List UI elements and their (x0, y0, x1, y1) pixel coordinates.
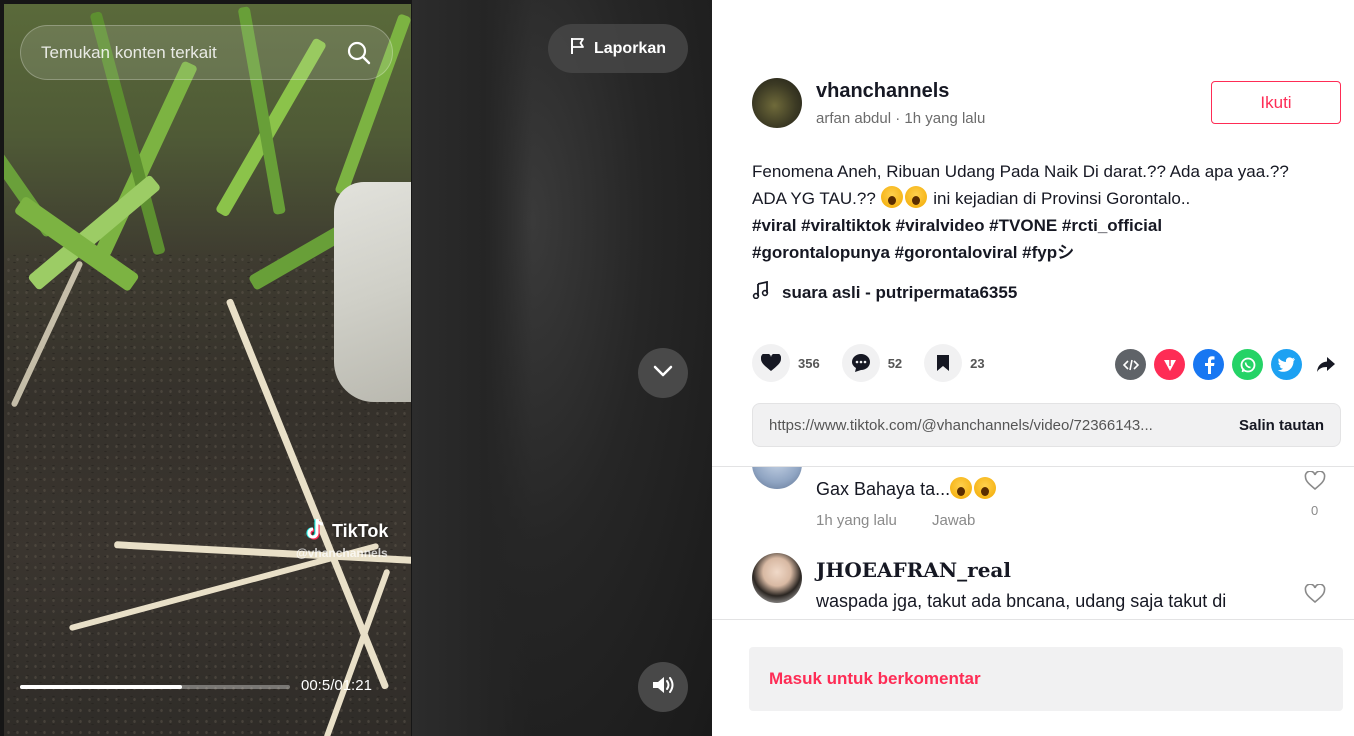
scream-emoji-icon (950, 477, 973, 499)
video-caption: Fenomena Aneh, Ribuan Udang Pada Naik Di… (752, 158, 1322, 266)
comment-body: Gax Bahaya ta... (816, 479, 951, 499)
volume-button[interactable] (638, 662, 688, 712)
total-time: /01:21 (330, 677, 372, 694)
music-title: suara asli - putripermata6355 (782, 282, 1018, 302)
comment-text: waspada jga, takut ada bncana, udang saj… (816, 591, 1227, 611)
save-button[interactable]: 23 (924, 344, 985, 382)
author-avatar[interactable] (752, 78, 802, 128)
video-link[interactable]: https://www.tiktok.com/@vhanchannels/vid… (769, 417, 1219, 434)
save-count: 23 (970, 355, 985, 371)
like-count: 356 (798, 355, 820, 371)
commenter-name[interactable]: JHOEAFRAN_real (816, 558, 1011, 582)
heart-outline-icon[interactable] (1304, 470, 1326, 496)
commenter-avatar[interactable] (752, 467, 802, 489)
twitter-icon[interactable] (1271, 349, 1302, 380)
comment-like-count: 0 (1311, 503, 1319, 518)
rock (334, 182, 411, 402)
comment-icon[interactable] (841, 344, 880, 382)
next-video-button[interactable] (638, 348, 688, 398)
tiktok-watermark: TikTok (306, 517, 388, 546)
send-to-friends-icon[interactable] (1154, 349, 1185, 380)
login-to-comment-button[interactable]: Masuk untuk berkomentar (749, 647, 1343, 711)
scream-emoji-icon (974, 477, 997, 499)
like-button[interactable]: 356 (752, 344, 820, 382)
reply-button[interactable]: Jawab (932, 512, 975, 529)
chevron-down-icon (651, 359, 675, 388)
copy-link-box: https://www.tiktok.com/@vhanchannels/vid… (752, 403, 1341, 447)
hashtags-line-1[interactable]: #viral #viraltiktok #viralvideo #TVONE #… (752, 216, 1162, 235)
heart-icon[interactable] (752, 344, 790, 382)
comment-list: Gax Bahaya ta... 1h yang lalu Jawab 0 JH… (712, 467, 1354, 619)
comment-time: 1h yang lalu (816, 512, 897, 529)
video-time: 00:5/01:21 (301, 677, 372, 694)
comment-text: Gax Bahaya ta... (816, 477, 998, 500)
search-bar[interactable]: Temukan konten terkait (20, 25, 393, 80)
copy-link-button[interactable]: Salin tautan (1239, 417, 1324, 434)
scream-emoji-icon (880, 186, 903, 208)
music-note-icon (752, 280, 770, 304)
post-time: 1h yang lalu (904, 110, 986, 127)
caption-text-2: ini kejadian di Provinsi Gorontalo.. (928, 189, 1191, 208)
comment-button[interactable]: 52 (841, 344, 903, 382)
comment-input-area: Masuk untuk berkomentar (712, 619, 1354, 736)
share-buttons (1115, 349, 1341, 380)
current-time: 00:5 (301, 677, 331, 694)
hashtags-line-2[interactable]: #gorontalopunya #gorontaloviral #fypシ (752, 243, 1074, 262)
page: Temukan konten terkait Laporkan TikTok @… (0, 0, 1354, 736)
watermark-username: @vhanchannels (296, 546, 388, 560)
music-link[interactable]: suara asli - putripermata6355 (752, 280, 1018, 304)
volume-icon (650, 673, 676, 702)
watermark-brand: TikTok (332, 521, 389, 541)
video-progress-bar[interactable] (20, 685, 290, 689)
follow-button[interactable]: Ikuti (1211, 81, 1341, 124)
embed-icon[interactable] (1115, 349, 1146, 380)
flag-icon (570, 37, 586, 60)
author-display-name: arfan abdul (816, 110, 892, 127)
details-panel: vhanchannels arfan abdul · 1h yang lalu … (712, 0, 1354, 736)
search-input[interactable]: Temukan konten terkait (41, 43, 346, 63)
bookmark-icon[interactable] (924, 344, 963, 382)
video-player[interactable] (4, 4, 411, 736)
scream-emoji-icon (904, 186, 927, 208)
facebook-icon[interactable] (1193, 349, 1224, 380)
video-area: Temukan konten terkait Laporkan TikTok @… (0, 0, 712, 736)
engagement-actions: 356 52 23 (752, 343, 1007, 383)
report-label: Laporkan (593, 39, 666, 57)
subline-separator: · (891, 110, 905, 127)
author-subline: arfan abdul · 1h yang lalu (816, 110, 985, 127)
search-icon[interactable] (346, 40, 372, 66)
heart-outline-icon[interactable] (1304, 583, 1326, 609)
video-progress-fill (20, 685, 182, 689)
tiktok-logo-icon (306, 517, 328, 546)
share-arrow-icon[interactable] (1310, 349, 1341, 380)
report-button[interactable]: Laporkan (548, 24, 688, 73)
commenter-avatar[interactable] (752, 553, 802, 603)
comment-count: 52 (887, 355, 903, 371)
author-username[interactable]: vhanchannels (816, 80, 949, 103)
whatsapp-icon[interactable] (1232, 349, 1263, 380)
